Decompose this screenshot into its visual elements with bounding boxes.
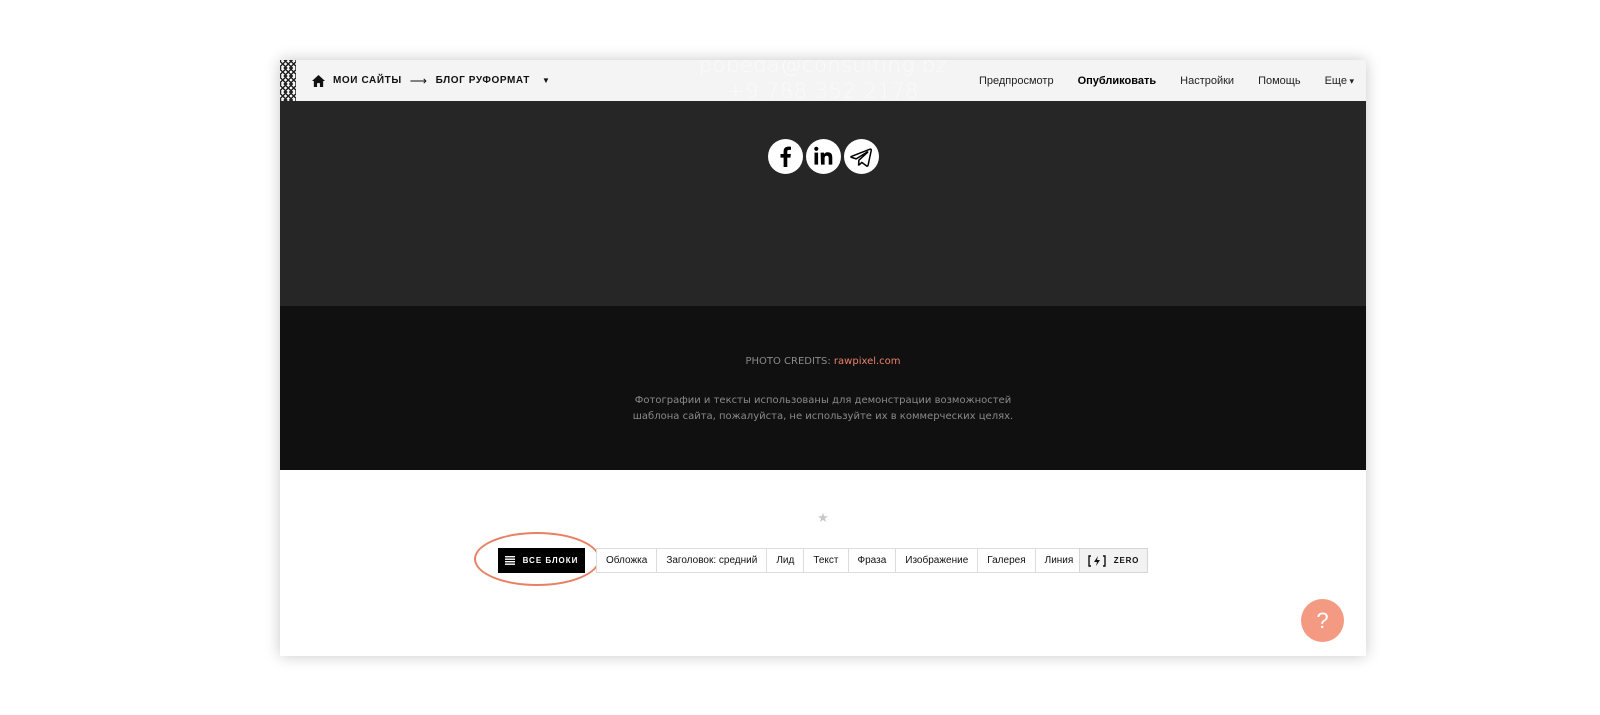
chip-lead[interactable]: Лид xyxy=(767,549,805,572)
help-button[interactable]: ? xyxy=(1301,599,1344,642)
chip-text[interactable]: Текст xyxy=(804,549,849,572)
social-links xyxy=(280,139,1366,174)
zero-lightning-icon xyxy=(1088,554,1106,567)
disclaimer-line-2: шаблона сайта, пожалуйста, не используйт… xyxy=(632,411,1014,422)
star-icon: ★ xyxy=(817,510,829,525)
chip-line[interactable]: Линия xyxy=(1035,549,1083,572)
zero-block-button[interactable]: ZERO xyxy=(1079,548,1148,573)
chip-gallery[interactable]: Галерея xyxy=(978,549,1036,572)
linkedin-icon[interactable] xyxy=(805,139,841,174)
disclaimer-text: Фотографии и тексты использованы для дем… xyxy=(280,393,1366,425)
photo-credits: PHOTO CREDITS: rawpixel.com xyxy=(280,356,1366,367)
chip-phrase[interactable]: Фраза xyxy=(848,549,897,572)
credits-label: PHOTO CREDITS: xyxy=(745,356,834,367)
all-blocks-label: ВСЕ БЛОКИ xyxy=(522,556,579,565)
footer-section: PHOTO CREDITS: rawpixel.com Фотографии и… xyxy=(280,306,1366,470)
contact-email: pobeda@consulting.bz xyxy=(698,60,948,77)
contact-phone: +9 788 352 2178 xyxy=(726,79,920,103)
disclaimer-line-1: Фотографии и тексты использованы для дем… xyxy=(634,395,1012,406)
facebook-icon[interactable] xyxy=(767,139,803,174)
contacts-section xyxy=(280,101,1366,306)
block-type-chips: Обложка Заголовок: средний Лид Текст Фра… xyxy=(596,548,1084,573)
editor-window: МОИ САЙТЫ ⟶ БЛОГ РУФОРМАТ ▼ Предпросмотр… xyxy=(280,60,1366,656)
zero-label: ZERO xyxy=(1113,556,1140,565)
chip-cover[interactable]: Обложка xyxy=(597,549,658,572)
telegram-icon[interactable] xyxy=(843,139,879,174)
credits-link[interactable]: rawpixel.com xyxy=(834,356,901,367)
chip-image[interactable]: Изображение xyxy=(896,549,979,572)
all-blocks-button[interactable]: ВСЕ БЛОКИ xyxy=(498,548,585,573)
add-block-panel: ★ ВСЕ БЛОКИ Обложка Заголовок: средний Л… xyxy=(280,470,1366,656)
chip-heading-medium[interactable]: Заголовок: средний xyxy=(657,549,768,572)
list-icon xyxy=(504,556,515,565)
